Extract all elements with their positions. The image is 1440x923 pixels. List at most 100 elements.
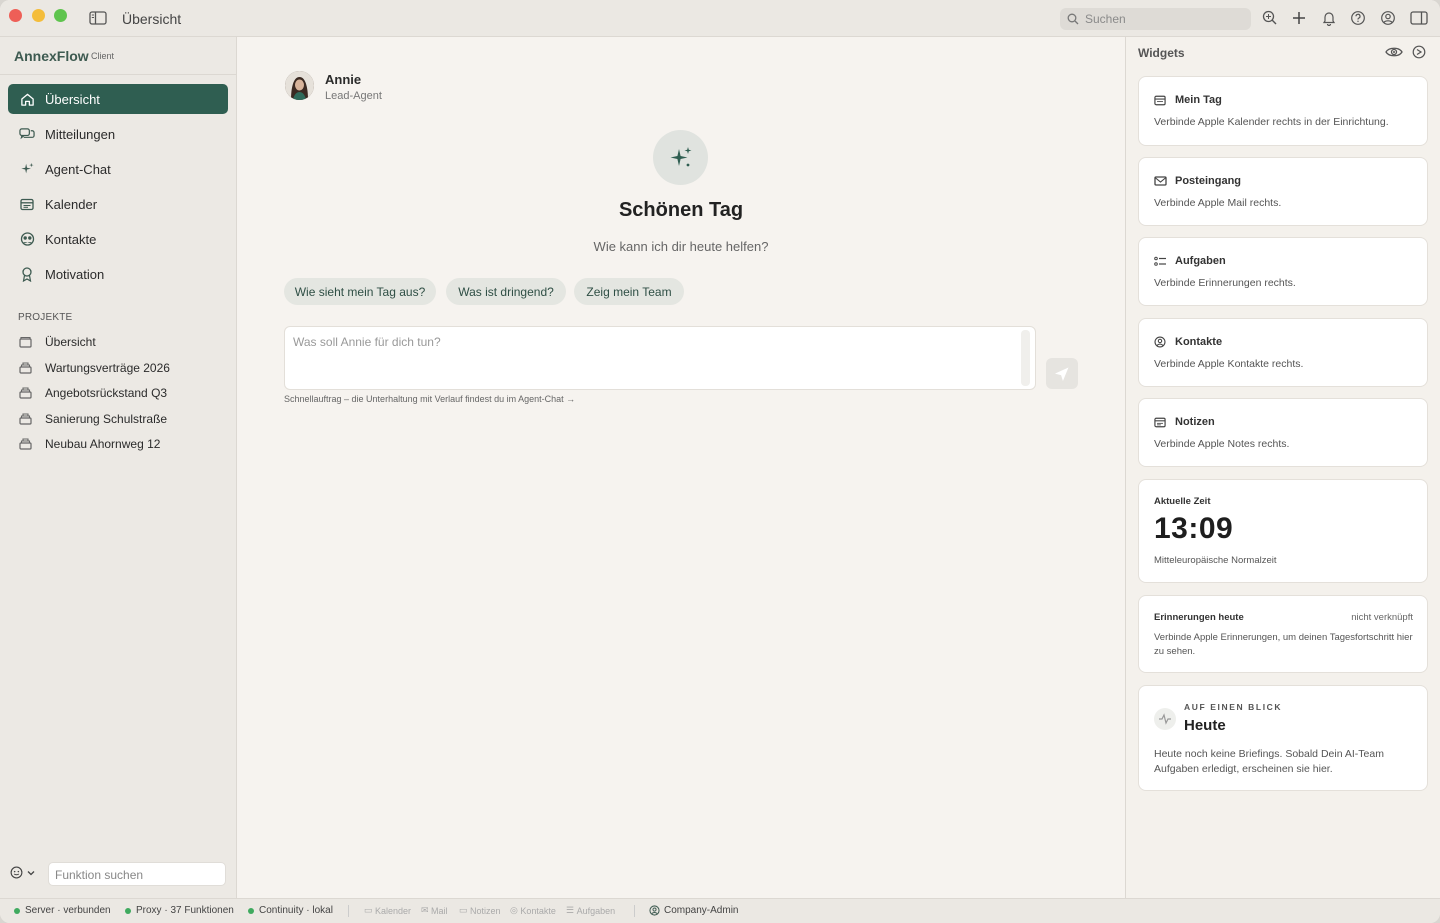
search-input[interactable]: Suchen [1060,8,1251,30]
send-icon [1055,367,1069,381]
projects-section-label: PROJEKTE [18,312,73,323]
divider [348,905,349,917]
project-item-wartungsvertraege[interactable]: Wartungsverträge 2026 [8,356,228,380]
app-window: Übersicht Suchen AnnexFlow Client Übersi… [0,0,1440,923]
sidebar-item-mitteilungen[interactable]: Mitteilungen [8,119,228,149]
stack-icon [19,386,33,400]
prompt-input[interactable]: Was soll Annie für dich tun? [284,326,1036,390]
sidebar-item-kalender[interactable]: Kalender [8,189,228,219]
reminders-text: Verbinde Apple Erinnerungen, um deinen T… [1154,632,1413,657]
status-app-notizen: ▭ Notizen [459,905,501,916]
main-content: Annie Lead-Agent Schönen Tag Wie kann ic… [237,37,1125,898]
stack-icon [19,437,33,451]
project-item-uebersicht[interactable]: Übersicht [8,330,228,354]
stack-icon [19,361,33,375]
prompt-placeholder: Was soll Annie für dich tun? [293,335,441,349]
brand-tag: Client [91,51,115,61]
role-label: Company-Admin [664,905,739,916]
greeting-subtitle: Wie kann ich dir heute helfen? [593,239,769,254]
reminders-state: nicht verknüpft [1351,612,1413,623]
close-window-button[interactable] [9,9,22,22]
glance-text: Heute noch keine Briefings. Sobald Dein … [1154,748,1384,775]
sidebar-footer: Funktion suchen [0,855,236,898]
widgets-title: Widgets [1138,46,1185,60]
project-item-angebotsrueckstand[interactable]: Angebotsrückstand Q3 [8,381,228,405]
minimize-window-button[interactable] [32,9,45,22]
status-app-label: Mail [431,905,448,916]
widgets-panel: Widgets Mein Tag Verbinde Apple Kalender… [1125,37,1440,898]
person-circle-icon [649,905,660,916]
widget-kontakte[interactable]: Kontakte Verbinde Apple Kontakte rechts. [1138,318,1428,387]
right-panel-toggle-icon[interactable] [1410,10,1428,28]
window-title: Übersicht [122,11,182,27]
zoom-search-icon[interactable] [1262,10,1280,28]
suggestion-chip-mein-tag[interactable]: Wie sieht mein Tag aus? [284,278,436,305]
sidebar-item-kontakte[interactable]: Kontakte [8,224,228,254]
avatar[interactable] [285,71,314,100]
widget-notizen[interactable]: Notizen Verbinde Apple Notes rechts. [1138,398,1428,467]
mail-icon [1154,174,1168,188]
widget-posteingang[interactable]: Posteingang Verbinde Apple Mail rechts. [1138,157,1428,226]
zoom-window-button[interactable] [54,9,67,22]
suggestion-chip-team[interactable]: Zeig mein Team [574,278,684,305]
widget-title: Aufgaben [1175,255,1226,267]
plus-icon[interactable] [1291,10,1309,28]
sidebar: AnnexFlow Client Übersicht Mitteilungen … [0,37,237,898]
sidebar-item-motivation[interactable]: Motivation [8,259,228,289]
suggestion-chip-dringend[interactable]: Was ist dringend? [446,278,566,305]
status-app-mail: ✉ Mail [421,905,448,916]
eye-icon[interactable] [1385,45,1403,61]
status-app-kalender: ▭ Kalender [364,905,412,916]
widget-clock: Aktuelle Zeit 13:09 Mitteleuropäische No… [1138,479,1428,583]
widget-text: Verbinde Apple Mail rechts. [1154,197,1282,209]
clock-label: Aktuelle Zeit [1154,496,1211,507]
widget-reminders[interactable]: Erinnerungen heute nicht verknüpft Verbi… [1138,595,1428,673]
ribbon-icon [19,266,35,282]
search-icon [1067,13,1079,25]
status-app-kontakte: ◎ Kontakte [510,905,556,916]
widget-title: Kontakte [1175,336,1223,348]
bell-icon[interactable] [1321,10,1339,28]
sidebar-item-label: Agent-Chat [45,161,111,177]
account-icon[interactable] [1380,10,1398,28]
proxy-status: Proxy · 37 Funktionen [125,905,234,916]
quick-task-hint[interactable]: Schnellauftrag – die Unterhaltung mit Ve… [284,394,575,404]
proxy-status-label: Proxy · 37 Funktionen [136,905,234,916]
project-item-neubau[interactable]: Neubau Ahornweg 12 [8,432,228,456]
widget-aufgaben[interactable]: Aufgaben Verbinde Erinnerungen rechts. [1138,237,1428,306]
person-circle-icon [1154,335,1168,349]
widget-at-a-glance: AUF EINEN BLICK Heute Heute noch keine B… [1138,685,1428,791]
project-item-sanierung[interactable]: Sanierung Schulstraße [8,407,228,431]
prompt-scrollbar[interactable] [1021,330,1030,386]
status-app-label: Kalender [375,905,412,916]
widget-title: Posteingang [1175,175,1242,187]
sidebar-item-label: Kontakte [45,231,97,247]
sidebar-toggle-icon[interactable] [89,10,107,28]
emoji-menu-button[interactable] [10,866,36,879]
widget-text: Verbinde Apple Notes rechts. [1154,438,1290,450]
function-search-input[interactable]: Funktion suchen [48,862,226,886]
widget-mein-tag[interactable]: Mein Tag Verbinde Apple Kalender rechts … [1138,76,1428,146]
help-icon[interactable] [1350,10,1368,28]
brand-logo: AnnexFlow [14,48,89,64]
widget-text: Verbinde Apple Kontakte rechts. [1154,358,1304,370]
widget-text: Verbinde Apple Kalender rechts in der Ei… [1154,116,1389,128]
sparkle-icon [19,161,35,177]
sidebar-item-label: Übersicht [45,91,100,107]
stack-icon [19,412,33,426]
project-label: Neubau Ahornweg 12 [45,437,161,451]
status-app-label: Kontakte [520,905,556,916]
role-status: Company-Admin [649,905,738,916]
clock-time: 13:09 [1154,512,1234,545]
calendar-icon [19,196,35,212]
project-label: Übersicht [45,335,96,349]
settings-circle-icon[interactable] [1412,45,1428,61]
widget-title: Notizen [1175,416,1215,428]
sidebar-item-agent-chat[interactable]: Agent-Chat [8,154,228,184]
status-app-label: Aufgaben [576,905,616,916]
chevron-down-icon [27,870,35,875]
chat-bubbles-icon [19,126,35,142]
sidebar-item-uebersicht[interactable]: Übersicht [8,84,228,114]
home-icon [19,91,35,107]
send-button[interactable] [1046,358,1078,389]
